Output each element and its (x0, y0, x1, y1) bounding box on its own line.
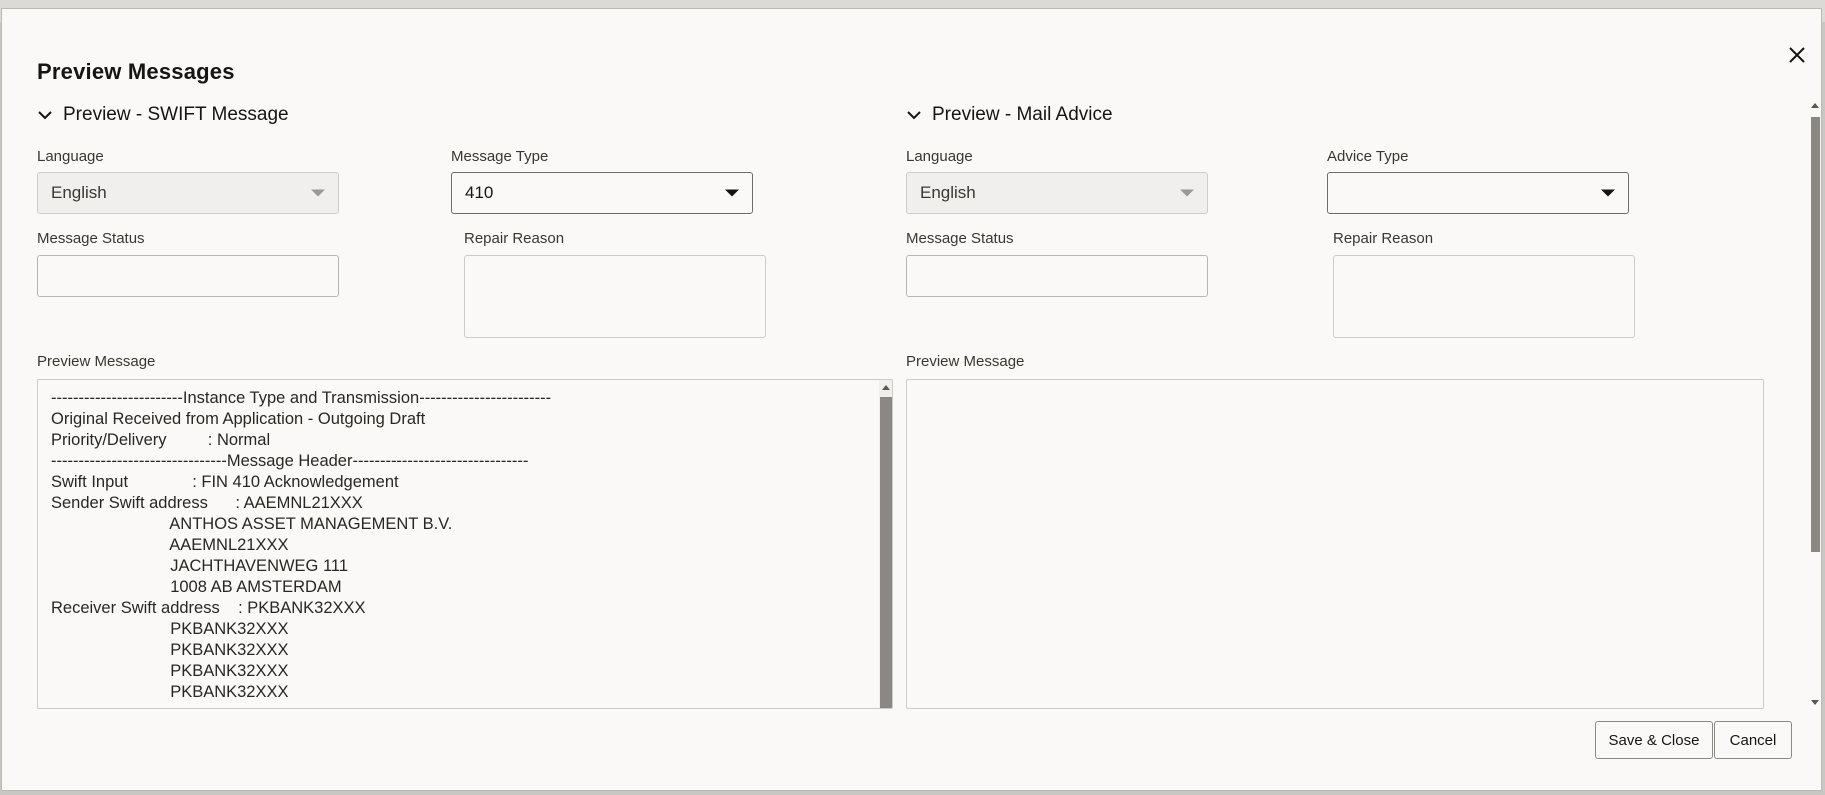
close-button[interactable] (1781, 39, 1813, 71)
mail-message-status-label: Message Status (906, 230, 1014, 247)
swift-preview-line: PKBANK32XXX (51, 683, 289, 701)
caret-down-icon (725, 189, 739, 197)
mail-preview-textarea[interactable] (906, 379, 1764, 709)
mail-section-title: Preview - Mail Advice (932, 104, 1113, 125)
dialog-body-scroll-thumb[interactable] (1811, 117, 1820, 552)
swift-repair-reason-label: Repair Reason (464, 230, 565, 247)
swift-preview-line: JACHTHAVENWEG 111 (51, 557, 349, 575)
mail-language-label: Language (906, 148, 973, 165)
chevron-down-icon (907, 111, 921, 120)
swift-repair-reason-textarea[interactable] (464, 255, 766, 338)
swift-preview-line: PKBANK32XXX (51, 620, 289, 638)
swift-preview-label: Preview Message (37, 353, 156, 370)
mail-section-toggle[interactable]: Preview - Mail Advice (906, 104, 1113, 126)
mail-language-value: English (920, 183, 976, 202)
scroll-down-arrow-icon[interactable] (1811, 700, 1819, 705)
mail-repair-reason-label: Repair Reason (1333, 230, 1434, 247)
swift-preview-scroll-thumb[interactable] (880, 397, 892, 708)
swift-preview-line: Swift Input : FIN 410 Acknowledgement (51, 473, 399, 491)
swift-preview-line: AAEMNL21XXX (51, 536, 289, 554)
cancel-button[interactable]: Cancel (1714, 721, 1792, 759)
swift-message-type-select[interactable]: 410 (451, 172, 753, 214)
swift-preview-line: --------------------------------Message … (51, 452, 529, 470)
swift-section-title: Preview - SWIFT Message (63, 104, 289, 125)
swift-message-status-field[interactable] (37, 255, 339, 297)
swift-preview-line: ANTHOS ASSET MANAGEMENT B.V. (51, 515, 453, 533)
swift-preview-scrollbar[interactable] (879, 380, 892, 708)
preview-messages-dialog: Preview Messages Preview - SWIFT Message… (1, 8, 1822, 791)
chevron-down-icon (38, 111, 52, 120)
swift-preview-textarea[interactable]: ------------------------Instance Type an… (37, 379, 893, 709)
swift-preview-line: 1008 AB AMSTERDAM (51, 578, 342, 596)
swift-language-select[interactable]: English (37, 172, 339, 214)
swift-preview-line: Priority/Delivery : Normal (51, 431, 271, 449)
swift-language-label: Language (37, 148, 104, 165)
dialog-body-scrollbar[interactable] (1808, 99, 1821, 711)
dialog-title: Preview Messages (37, 59, 235, 84)
mail-repair-reason-textarea[interactable] (1333, 255, 1635, 338)
swift-section-toggle[interactable]: Preview - SWIFT Message (37, 104, 289, 126)
swift-message-type-value: 410 (465, 183, 494, 202)
swift-preview-line: Sender Swift address : AAEMNL21XXX (51, 494, 363, 512)
swift-preview-line: PKBANK32XXX (51, 641, 289, 659)
swift-preview-line: ------------------------Instance Type an… (51, 389, 552, 407)
scroll-up-arrow-icon[interactable] (1811, 103, 1819, 108)
caret-down-icon (1601, 189, 1615, 197)
caret-down-icon (1180, 189, 1194, 197)
mail-advice-type-select[interactable] (1327, 172, 1629, 214)
swift-language-value: English (51, 183, 107, 202)
swift-preview-line: Original Received from Application - Out… (51, 410, 426, 428)
mail-language-select[interactable]: English (906, 172, 1208, 214)
swift-message-status-label: Message Status (37, 230, 145, 247)
swift-preview-line: Receiver Swift address : PKBANK32XXX (51, 599, 366, 617)
scroll-up-arrow-icon[interactable] (882, 385, 890, 390)
mail-advice-type-label: Advice Type (1327, 148, 1409, 165)
mail-message-status-field[interactable] (906, 255, 1208, 297)
close-icon (1789, 47, 1805, 63)
caret-down-icon (311, 189, 325, 197)
footer-divider (2, 711, 1821, 712)
swift-preview-line: PKBANK32XXX (51, 662, 289, 680)
save-close-button[interactable]: Save & Close (1595, 721, 1713, 759)
mail-preview-label: Preview Message (906, 353, 1025, 370)
swift-message-type-label: Message Type (451, 148, 549, 165)
